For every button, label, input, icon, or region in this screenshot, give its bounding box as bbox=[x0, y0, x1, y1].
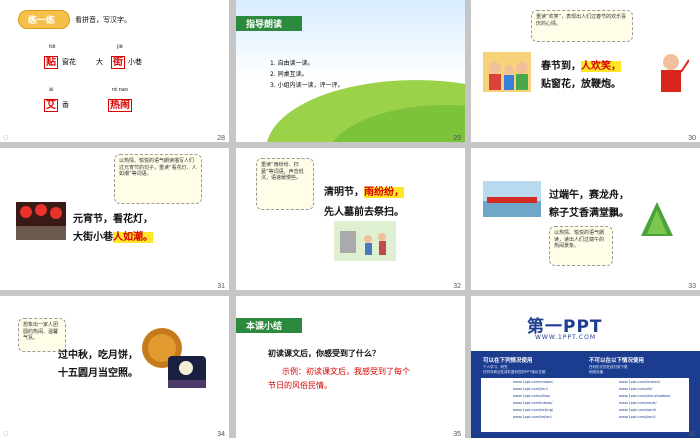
slide-29-thumbnail[interactable]: 指导朗读 1. 自由读一读。 2. 同桌互读。 3. 小组内读一读，评一评。 2… bbox=[236, 0, 465, 142]
slide-34-thumbnail[interactable]: 想象出一家人团圆的热闹、温馨气氛。 过中秋，吃月饼， 十五圆月当空照。 ◌ 34 bbox=[0, 296, 229, 438]
reading-tip-note: 以热情、愉悦的语气朗读，读出人们过端午的热闹景象。 bbox=[549, 226, 613, 266]
tomb-sweeping-illustration bbox=[334, 221, 396, 261]
midautumn-line-1: 过中秋，吃月饼， bbox=[58, 350, 138, 361]
summary-question: 初读课文后，你感受到了什么？ bbox=[268, 349, 380, 358]
qingming-line-1: 清明节，雨纷纷， bbox=[324, 187, 404, 198]
full-moon-photo bbox=[168, 356, 206, 388]
slide-icon: ◌ bbox=[3, 134, 9, 141]
slide-30-thumbnail[interactable]: 重读“欢笑”，表现出人们过春节的欢乐喜庆的心情。 春节到，人欢笑， 贴窗花，放鞭… bbox=[471, 0, 700, 142]
pinyin-tie: tiē bbox=[49, 44, 56, 50]
brand-url: WWW.1PPT.COM bbox=[535, 334, 597, 341]
word-after-jie: 小巷 bbox=[128, 58, 142, 66]
reading-step-3: 3. 小组内读一读，评一评。 bbox=[270, 82, 344, 89]
link[interactable]: www.1ppt.com/word/ bbox=[619, 408, 656, 412]
reading-tip-note: 重读“欢笑”，表现出人们过春节的欢乐喜庆的心情。 bbox=[531, 10, 633, 42]
word-after-tie: 窗花 bbox=[62, 58, 76, 66]
forbidden-heading: 不可以在以下情况使用 bbox=[589, 358, 645, 364]
pinyin-renao: rè nao bbox=[112, 87, 128, 93]
slide-number: 30 bbox=[688, 135, 696, 142]
link[interactable]: www.1ppt.com/jianli/ bbox=[619, 415, 656, 419]
slide-number: 32 bbox=[453, 283, 461, 290]
reading-tip-note: 以热情、愉悦的语气朗读描写人们过元宵节的句子，重读“看花灯、人如潮”等词语。 bbox=[114, 154, 202, 204]
practice-badge: 练一练 bbox=[18, 10, 70, 29]
duanwu-line-2: 粽子艾香满堂飘。 bbox=[549, 208, 629, 219]
firecracker-kid-illustration bbox=[661, 54, 689, 92]
link[interactable]: www.1ppt.com/beijing/ bbox=[513, 408, 553, 412]
slide-33-thumbnail[interactable]: 过端午，赛龙舟， 粽子艾香满堂飘。 以热情、愉悦的语气朗读，读出人们过端午的热闹… bbox=[471, 148, 700, 290]
reading-step-2: 2. 同桌互读。 bbox=[270, 71, 308, 78]
family-illustration bbox=[483, 52, 531, 92]
slide-number: 33 bbox=[688, 283, 696, 290]
section-title-bar: 本课小结 bbox=[236, 318, 302, 333]
allowed-heading: 可以在下列情况使用 bbox=[483, 358, 533, 364]
summary-answer-line-1: 示例：初读课文后，我感受到了每个 bbox=[282, 367, 410, 376]
slide-35-thumbnail[interactable]: 本课小结 初读课文后，你感受到了什么？ 示例：初读课文后，我感受到了每个 节日的… bbox=[236, 296, 465, 438]
slide-icon: ◌ bbox=[3, 430, 9, 437]
char-jie: 街 bbox=[111, 56, 125, 69]
duanwu-line-1: 过端午，赛龙舟， bbox=[549, 190, 629, 201]
link[interactable]: www.1ppt.com/shouchaobao/ bbox=[619, 394, 671, 398]
section-title: 指导朗读 bbox=[246, 20, 283, 30]
link[interactable]: www.1ppt.com/jieri/ bbox=[513, 387, 548, 391]
links-panel: www.1ppt.com/moban/ www.1ppt.com/jieri/ … bbox=[481, 378, 689, 432]
link[interactable]: www.1ppt.com/kejian/ bbox=[513, 415, 552, 419]
lantern-line-2: 大街小巷人如潮。 bbox=[73, 232, 153, 243]
slide-number: 29 bbox=[453, 135, 461, 142]
practice-badge-label: 练一练 bbox=[28, 16, 56, 26]
word-before-jie: 大 bbox=[96, 58, 103, 66]
pinyin-ai: ài bbox=[49, 87, 54, 93]
section-title-bar: 指导朗读 bbox=[236, 16, 302, 31]
spring-line-2: 贴窗花，放鞭炮。 bbox=[541, 79, 621, 90]
lantern-festival-photo bbox=[16, 202, 66, 240]
link[interactable]: www.1ppt.com/fanwen/ bbox=[619, 380, 660, 384]
slide-31-thumbnail[interactable]: 以热情、愉悦的语气朗读描写人们过元宵节的句子，重读“看花灯、人如潮”等词语。 元… bbox=[0, 148, 229, 290]
midautumn-line-2: 十五圆月当空照。 bbox=[58, 368, 138, 379]
zongzi-illustration bbox=[641, 202, 673, 236]
reading-tip-note: 重读“雨纷纷、扫墓”等词语，声音低沉，语速缓慢些。 bbox=[256, 158, 314, 210]
slide-number: 35 bbox=[453, 431, 461, 438]
reading-step-1: 1. 自由读一读。 bbox=[270, 60, 314, 67]
slide-32-thumbnail[interactable]: 重读“雨纷纷、扫墓”等词语，声音低沉，语速缓慢些。 清明节，雨纷纷， 先人墓前去… bbox=[236, 148, 465, 290]
section-title: 本课小结 bbox=[246, 322, 283, 332]
link[interactable]: www.1ppt.com/ziti/ bbox=[619, 387, 653, 391]
link[interactable]: www.1ppt.com/excel/ bbox=[619, 401, 657, 405]
slide-28-thumbnail[interactable]: 练一练 看拼音，写汉字。 tiē 贴 窗花 大 jiē 街 小巷 ài 艾 香 … bbox=[0, 0, 229, 142]
word-after-ai: 香 bbox=[62, 101, 69, 109]
summary-answer-line-2: 节日的风俗民情。 bbox=[268, 381, 332, 390]
char-tie: 贴 bbox=[44, 56, 58, 69]
slide-number: 31 bbox=[217, 283, 225, 290]
slide-number: 28 bbox=[217, 135, 225, 142]
char-ai: 艾 bbox=[44, 99, 58, 112]
spring-line-1: 春节到，人欢笑， bbox=[541, 61, 621, 72]
qingming-line-2: 先人墓前去祭扫。 bbox=[324, 207, 404, 218]
forbidden-line-2: 网络传播 bbox=[589, 370, 603, 374]
link[interactable]: www.1ppt.com/moban/ bbox=[513, 380, 554, 384]
char-renao: 热闹 bbox=[108, 99, 132, 112]
link[interactable]: www.1ppt.com/ziliao/ bbox=[513, 394, 550, 398]
slide-number: 34 bbox=[217, 431, 225, 438]
slide-number: 36 bbox=[688, 431, 696, 438]
slide-36-thumbnail[interactable]: 第一PPT WWW.1PPT.COM 可以在下列情况使用 不可以在以下情况使用 … bbox=[471, 296, 700, 438]
instruction-text: 看拼音，写汉字。 bbox=[75, 16, 131, 24]
lantern-line-1: 元宵节，看花灯， bbox=[73, 214, 153, 225]
dragon-boat-photo bbox=[483, 181, 541, 217]
pinyin-jie: jiē bbox=[117, 44, 123, 50]
allowed-line-2: 任何非商业性或非盈利性的PPT演示文稿 bbox=[483, 370, 546, 374]
link[interactable]: www.1ppt.com/tubiao/ bbox=[513, 401, 552, 405]
